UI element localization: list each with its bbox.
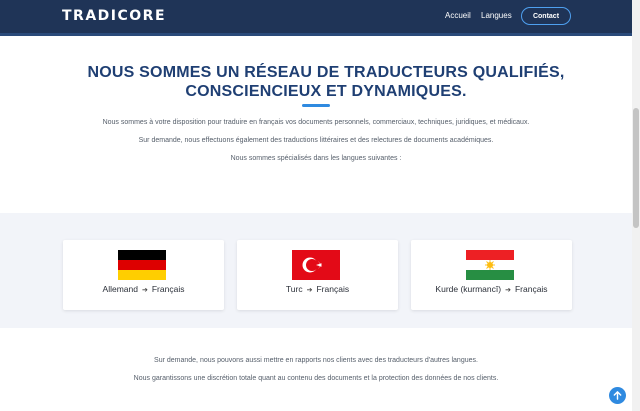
turkey-flag-icon bbox=[292, 250, 340, 280]
language-card-german: Allemand ➔ Français bbox=[63, 240, 224, 310]
arrow-right-icon: ➔ bbox=[141, 287, 148, 294]
bottom-paragraph-2: Nous garantissons une discrétion totale … bbox=[133, 375, 499, 382]
contact-button[interactable]: Contact bbox=[521, 7, 571, 25]
target-language: Français bbox=[514, 284, 548, 294]
source-language: Kurde (kurmancî) bbox=[435, 284, 502, 294]
intro-paragraph-1: Nous sommes à votre disposition pour tra… bbox=[102, 119, 530, 126]
navbar-bottom-border bbox=[0, 33, 632, 36]
language-pair-label: Allemand ➔ Français bbox=[63, 284, 224, 294]
bottom-paragraph-1: Sur demande, nous pouvons aussi mettre e… bbox=[154, 357, 478, 364]
kurdistan-flag-icon bbox=[466, 250, 514, 280]
nav-link-langues[interactable]: Langues bbox=[481, 11, 512, 20]
germany-flag-icon bbox=[118, 250, 166, 280]
nav-link-accueil[interactable]: Accueil bbox=[445, 11, 471, 20]
arrow-right-icon: ➔ bbox=[306, 287, 313, 294]
page-headline: NOUS SOMMES UN RÉSEAU DE TRADUCTEURS QUA… bbox=[87, 64, 565, 100]
back-to-top-button[interactable] bbox=[609, 387, 626, 404]
intro-paragraph-3: Nous sommes spécialisés dans les langues… bbox=[230, 155, 402, 162]
language-pair-label: Turc ➔ Français bbox=[237, 284, 398, 294]
language-pair-label: Kurde (kurmancî) ➔ Français bbox=[411, 284, 572, 294]
page: TRADICORE Accueil Langues Contact NOUS S… bbox=[0, 0, 640, 411]
language-card-turkish: Turc ➔ Français bbox=[237, 240, 398, 310]
source-language: Allemand bbox=[102, 284, 138, 294]
scrollbar-thumb[interactable] bbox=[633, 108, 639, 228]
language-card-kurdish: Kurde (kurmancî) ➔ Français bbox=[411, 240, 572, 310]
source-language: Turc bbox=[285, 284, 303, 294]
intro-paragraph-2: Sur demande, nous effectuons également d… bbox=[138, 137, 494, 144]
arrow-up-icon bbox=[613, 391, 622, 400]
brand-logo[interactable]: TRADICORE bbox=[62, 8, 166, 24]
target-language: Français bbox=[316, 284, 350, 294]
arrow-right-icon: ➔ bbox=[505, 287, 511, 294]
target-language: Français bbox=[151, 284, 185, 294]
headline-underline bbox=[302, 104, 330, 107]
